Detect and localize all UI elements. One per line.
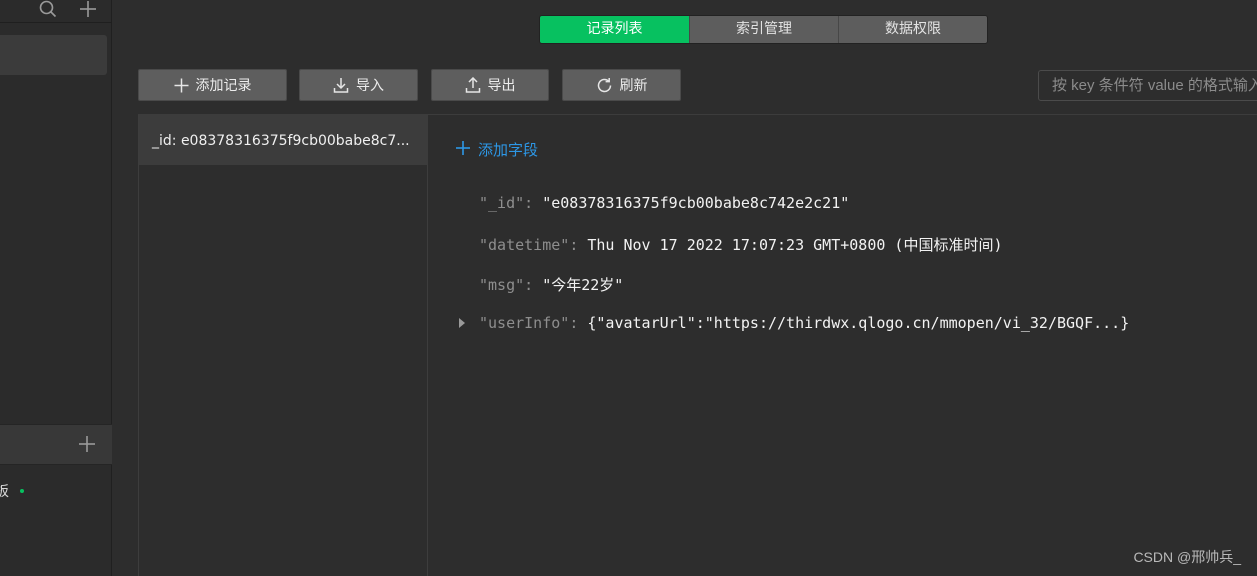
- tab-record-list[interactable]: 记录列表: [540, 16, 689, 43]
- field-key: "_id": [479, 194, 525, 212]
- field-value: Thu Nov 17 2022 17:07:23 GMT+0800 (中国标准时…: [587, 236, 1003, 254]
- import-button[interactable]: 导入: [299, 69, 418, 101]
- add-record-button[interactable]: 添加记录: [138, 69, 287, 101]
- field-key: "userInfo": [479, 314, 570, 332]
- sidebar-collection-selected[interactable]: [0, 35, 107, 75]
- field-separator: :: [569, 236, 588, 254]
- field-row[interactable]: "userInfo": {"avatarUrl":"https://thirdw…: [479, 314, 1129, 332]
- add-field-button[interactable]: 添加字段: [455, 139, 538, 160]
- export-button[interactable]: 导出: [431, 69, 549, 101]
- upload-icon: [465, 77, 481, 93]
- field-value: "今年22岁": [542, 276, 624, 294]
- import-label: 导入: [356, 78, 384, 94]
- watermark: CSDN @邢帅兵_: [1133, 549, 1241, 565]
- plus-icon[interactable]: [79, 0, 97, 22]
- record-list: _id: e08378316375f9cb00babe8c7...: [138, 115, 428, 576]
- add-record-label: 添加记录: [195, 78, 252, 94]
- sidebar-section-header: [0, 424, 112, 465]
- refresh-button[interactable]: 刷新: [562, 69, 681, 101]
- field-separator: :: [569, 314, 588, 332]
- expand-arrow-icon[interactable]: [459, 318, 465, 328]
- sidebar-item-label[interactable]: 板: [0, 481, 9, 501]
- tab-index-management[interactable]: 索引管理: [689, 16, 838, 43]
- field-value: "e08378316375f9cb00babe8c742e2c21": [542, 194, 850, 212]
- sidebar: 板: [0, 0, 112, 576]
- tab-data-permissions[interactable]: 数据权限: [838, 16, 987, 43]
- plus-icon: [455, 140, 471, 160]
- field-row[interactable]: "msg": "今年22岁": [479, 274, 623, 295]
- plus-icon: [174, 78, 189, 93]
- field-key: "datetime": [479, 236, 570, 254]
- field-row[interactable]: "datetime": Thu Nov 17 2022 17:07:23 GMT…: [479, 234, 1002, 255]
- sidebar-divider: [0, 22, 112, 23]
- field-row[interactable]: "_id": "e08378316375f9cb00babe8c742e2c21…: [479, 194, 849, 212]
- app-window: 板 记录列表 索引管理 数据权限 添加记录 导入 导出 刷新 _id:: [0, 0, 1257, 576]
- status-dot: [20, 489, 24, 493]
- search-icon[interactable]: [39, 0, 57, 22]
- tab-bar: 记录列表 索引管理 数据权限: [539, 15, 988, 44]
- field-key: "msg": [479, 276, 525, 294]
- record-list-item[interactable]: _id: e08378316375f9cb00babe8c7...: [139, 115, 428, 165]
- query-input[interactable]: [1038, 70, 1257, 101]
- plus-icon[interactable]: [78, 435, 96, 457]
- field-value: {"avatarUrl":"https://thirdwx.qlogo.cn/m…: [587, 314, 1130, 332]
- download-icon: [333, 77, 349, 93]
- refresh-icon: [596, 77, 613, 94]
- field-separator: :: [524, 194, 543, 212]
- export-label: 导出: [487, 78, 516, 94]
- add-field-label: 添加字段: [478, 141, 539, 159]
- field-separator: :: [524, 276, 543, 294]
- sidebar-toolbar: [39, 0, 97, 22]
- refresh-label: 刷新: [619, 78, 648, 94]
